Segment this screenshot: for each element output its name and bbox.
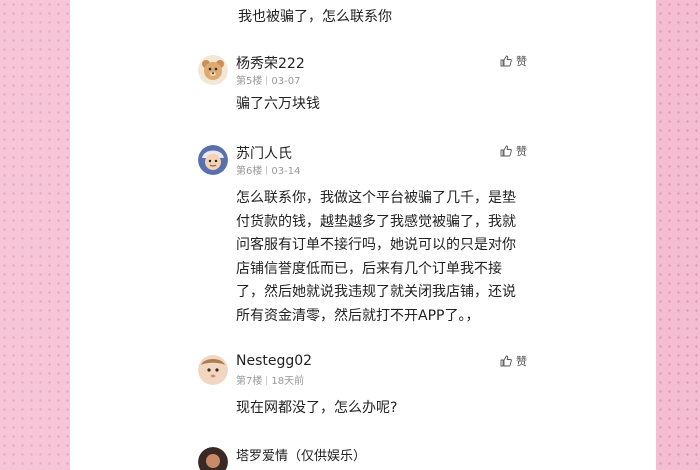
like-button[interactable]: 赞 <box>500 53 527 69</box>
baby-avatar-icon[interactable] <box>198 355 228 385</box>
comment-floor: 第5楼 <box>236 76 263 87</box>
comment-floor: 第7楼 <box>236 376 263 387</box>
comment-line: 怎么联系你，我做这个平台被骗了几千，是垫 <box>236 190 516 206</box>
portrait-avatar-icon[interactable] <box>198 447 228 470</box>
thumbs-up-icon <box>500 55 512 67</box>
meta-divider <box>266 376 268 385</box>
comment-meta: 第6楼 03-14 <box>236 162 300 177</box>
meta-divider <box>266 76 268 85</box>
comment-body: 怎么联系你，我做这个平台被骗了几千，是垫 付货款的钱，越垫越多了我感觉被骗了，我… <box>236 187 556 328</box>
previous-comment-text: 我也被骗了，怎么联系你 <box>238 9 392 25</box>
like-label: 赞 <box>516 55 527 68</box>
comment-username[interactable]: 苏门人氏 <box>236 143 292 163</box>
like-button[interactable]: 赞 <box>500 353 527 369</box>
comment-username[interactable]: Nestegg02 <box>236 353 312 369</box>
decorative-right-border <box>656 0 700 470</box>
comments-panel: 我也被骗了，怎么联系你 杨秀荣222 第5楼 03-07 赞 骗了六万块钱 苏门… <box>70 0 656 470</box>
comment-floor: 第6楼 <box>236 166 263 177</box>
comment-line: 现在网都没了，怎么办呢? <box>236 400 398 416</box>
comment-date: 03-14 <box>271 166 301 177</box>
comment-line: 问客服有订单不接行吗，她说可以的只是对你 <box>236 237 516 253</box>
comment-line: 付货款的钱，越垫越多了我感觉被骗了，我就 <box>236 213 516 230</box>
comment-meta: 第7楼 18天前 <box>236 372 304 387</box>
like-label: 赞 <box>516 145 527 158</box>
comment-line: 了，然后她就说我违规了就关闭我店铺，还说 <box>236 284 516 300</box>
comment-meta: 第5楼 03-07 <box>236 72 300 87</box>
thumbs-up-icon <box>500 355 512 367</box>
comment-username[interactable]: 杨秀荣222 <box>236 53 305 73</box>
dog-avatar-icon[interactable] <box>198 55 228 85</box>
thumbs-up-icon <box>500 145 512 157</box>
comment-body: 骗了六万块钱 <box>236 93 556 117</box>
meta-divider <box>266 166 268 175</box>
comment-body: 现在网都没了，怎么办呢? <box>236 397 556 421</box>
comment-line: 骗了六万块钱 <box>236 96 320 112</box>
comment-date: 18天前 <box>271 376 305 387</box>
like-label: 赞 <box>516 355 527 368</box>
cartoon-avatar-icon[interactable] <box>198 145 228 175</box>
comment-line: 所有资金清零，然后就打不开APP了。， <box>236 307 480 324</box>
comment-username[interactable]: 塔罗爱情（仅供娱乐） <box>236 445 366 464</box>
comment-line: 店铺信誉度低而已，后来有几个订单我不接 <box>236 260 502 277</box>
comment-date: 03-07 <box>271 76 301 87</box>
like-button[interactable]: 赞 <box>500 143 527 159</box>
